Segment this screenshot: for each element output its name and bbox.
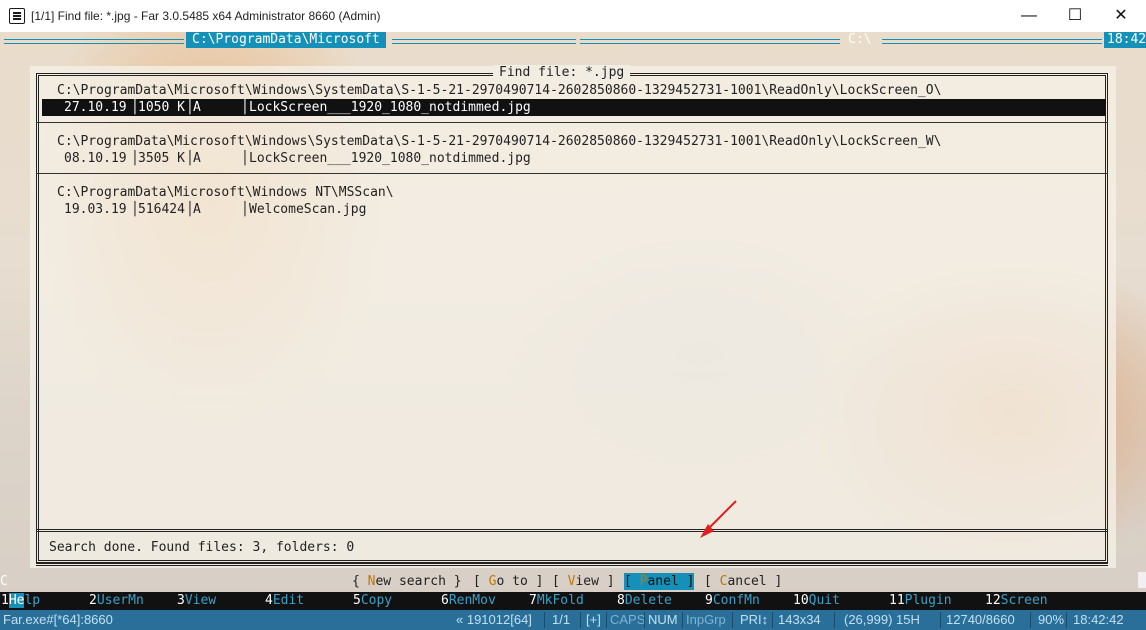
panel-button[interactable]: [ Panel ] (624, 573, 695, 590)
status-separator (36, 529, 1108, 532)
group-separator (36, 122, 1108, 123)
panel-top-border: C:\ProgramData\Microsoft C:\ 18:42 (0, 32, 1146, 48)
key-f10-quit[interactable]: 10Quit (793, 592, 840, 610)
goto-button[interactable]: [ Go to ] (473, 573, 543, 590)
panel-clock: 18:42 (1104, 32, 1146, 48)
file-size: 1050 K (138, 100, 185, 115)
maximize-button[interactable]: ☐ (1052, 0, 1098, 31)
buttons-separator (36, 563, 1108, 566)
key-f4-edit[interactable]: 4Edit (265, 592, 304, 610)
key-f5-copy[interactable]: 5Copy (353, 592, 392, 610)
right-panel-border-right (882, 39, 1102, 44)
file-attr: A (193, 100, 201, 115)
group-separator (36, 173, 1108, 174)
search-status: Search done. Found files: 3, folders: 0 (49, 540, 355, 555)
status-inpgrp[interactable]: InpGrp (686, 610, 726, 630)
left-panel-border-right (392, 39, 576, 44)
command-line-cursor: C (0, 574, 8, 589)
key-f1-help[interactable]: 1Help (1, 592, 40, 610)
file-size: 516424 (138, 202, 185, 217)
file-attr: A (193, 202, 201, 217)
status-num[interactable]: NUM (648, 610, 678, 630)
far-app-icon[interactable] (9, 8, 25, 24)
status-cursor-coords[interactable]: (26,999) 15H (844, 610, 920, 630)
result-folder: C:\ProgramData\Microsoft\Windows\SystemD… (57, 83, 942, 98)
minimize-button[interactable]: — (1006, 0, 1052, 31)
status-position[interactable]: « 191012[64] (456, 610, 532, 630)
key-f8-delete[interactable]: 8Delete (617, 592, 672, 610)
cancel-button[interactable]: [ Cancel ] (704, 573, 782, 590)
status-page[interactable]: 1/1 (552, 610, 570, 630)
file-date: 27.10.19 (64, 100, 127, 115)
dialog-title: Find file: *.jpg (493, 65, 631, 81)
result-file-row[interactable]: 19.03.19 │ 516424 │ A │ WelcomeScan.jpg (42, 201, 1106, 218)
status-plus[interactable]: [+] (586, 610, 601, 630)
status-time: 18:42:42 (1073, 612, 1124, 627)
result-folder: C:\ProgramData\Microsoft\Windows NT\MSSc… (57, 185, 394, 200)
file-date: 08.10.19 (64, 151, 127, 166)
file-name: LockScreen___1920_1080_notdimmed.jpg (249, 151, 531, 166)
new-search-button[interactable]: { New search } (352, 573, 462, 590)
result-file-row[interactable]: 08.10.19 │ 3505 K │ A │ LockScreen___192… (42, 150, 1106, 167)
conemu-status-bar: Far.exe#[*64]:8660 « 191012[64] 1/1 [+] … (0, 610, 1146, 630)
find-file-dialog: Find file: *.jpg C:\ProgramData\Microsof… (30, 65, 1116, 590)
console-scrollbar[interactable] (1138, 572, 1146, 588)
file-size: 3505 K (138, 151, 185, 166)
file-name: WelcomeScan.jpg (249, 202, 367, 217)
status-pids[interactable]: 12740/8660 (946, 610, 1015, 630)
right-panel-path[interactable]: C:\ (842, 32, 877, 48)
close-button[interactable]: ✕ (1098, 0, 1144, 31)
key-f9-confmn[interactable]: 9ConfMn (705, 592, 760, 610)
left-panel-border (4, 39, 184, 44)
window-titlebar: [1/1] Find file: *.jpg - Far 3.0.5485 x6… (0, 0, 1146, 33)
key-f12-screen[interactable]: 12Screen (985, 592, 1048, 610)
file-date: 19.03.19 (64, 202, 127, 217)
view-button[interactable]: [ View ] (552, 573, 615, 590)
dialog-button-row: { New search } [ Go to ] [ View ] [ Pane… (30, 573, 1116, 590)
function-key-bar: 1Help 2UserMn 3View 4Edit 5Copy 6RenMov … (0, 592, 1146, 610)
status-console-size[interactable]: 143x34 (778, 610, 821, 630)
key-f6-renmov[interactable]: 6RenMov (441, 592, 496, 610)
file-name: LockScreen___1920_1080_notdimmed.jpg (249, 100, 531, 115)
key-f2-usermn[interactable]: 2UserMn (89, 592, 144, 610)
key-f11-plugin[interactable]: 11Plugin (889, 592, 952, 610)
result-file-row[interactable]: 27.10.19 │ 1050 K │ A │ LockScreen___192… (42, 99, 1106, 116)
status-process[interactable]: Far.exe#[*64]:8660 (3, 610, 113, 630)
left-panel-path[interactable]: C:\ProgramData\Microsoft (186, 32, 386, 48)
console-area: C:\ProgramData\Microsoft C:\ 18:42 Find … (0, 32, 1146, 610)
status-caps[interactable]: CAPS (610, 610, 645, 630)
status-priority[interactable]: PRI↕ (740, 610, 768, 630)
key-f7-mkfold[interactable]: 7MkFold (529, 592, 584, 610)
file-attr: A (193, 151, 201, 166)
window-title: [1/1] Find file: *.jpg - Far 3.0.5485 x6… (31, 9, 381, 23)
result-folder: C:\ProgramData\Microsoft\Windows\SystemD… (57, 134, 942, 149)
key-f3-view[interactable]: 3View (177, 592, 216, 610)
status-zoom[interactable]: 90% (1038, 610, 1064, 630)
right-panel-border (580, 39, 840, 44)
